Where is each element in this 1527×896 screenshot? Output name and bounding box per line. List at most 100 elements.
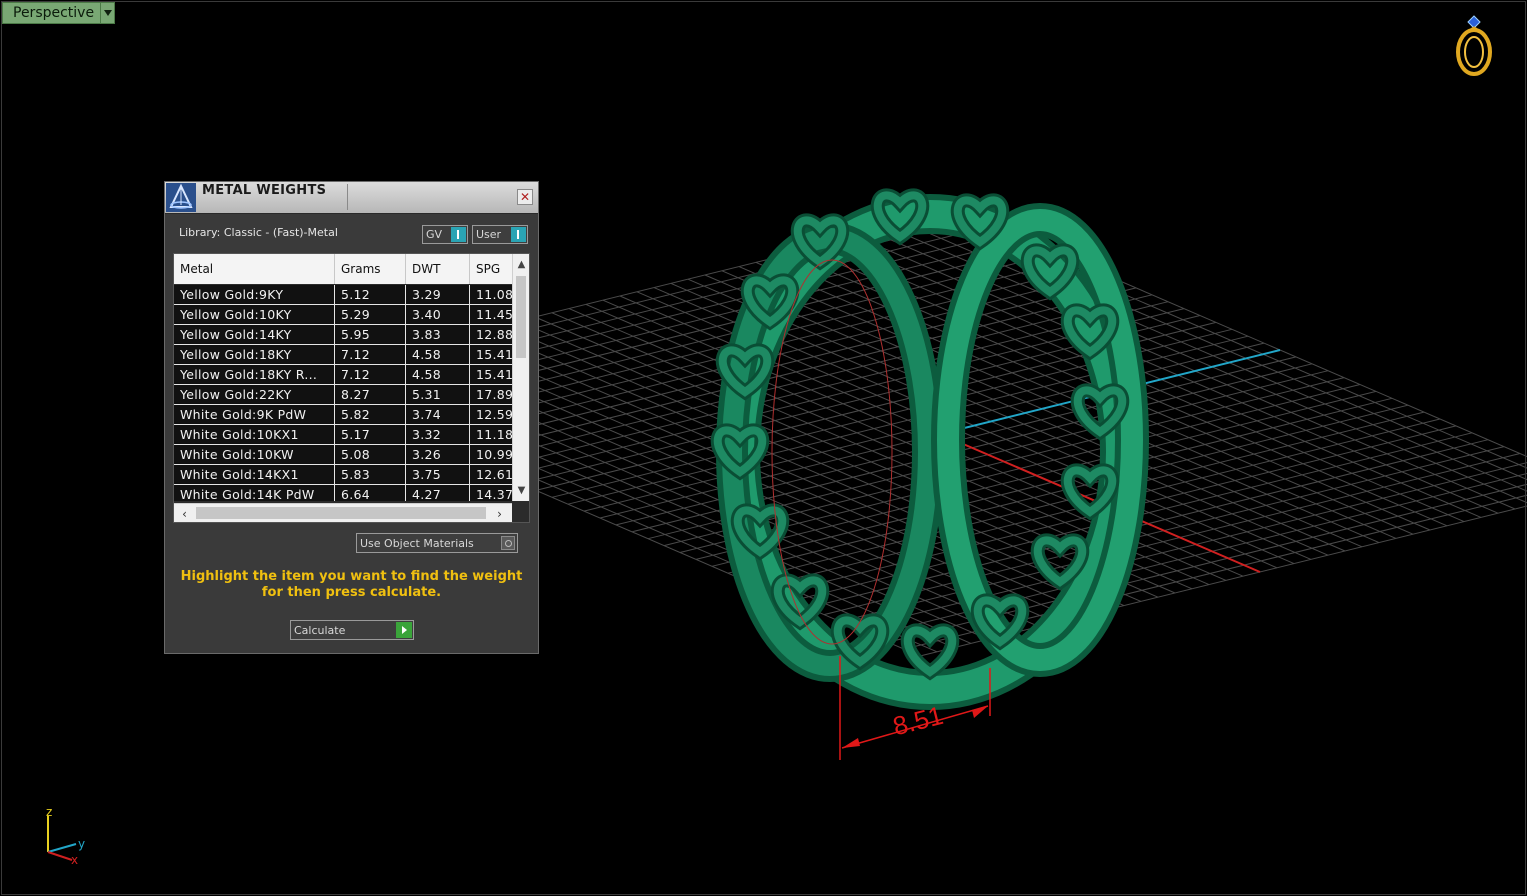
grams-cell: 7.12 [335,365,406,385]
metal-cell: Yellow Gold:22KY [174,385,335,405]
spg-cell: 10.99 [470,445,512,465]
spg-cell: 15.41 [470,345,512,365]
close-button[interactable]: ✕ [517,189,533,205]
grams-cell: 6.64 [335,485,406,501]
user-toggle[interactable]: User [472,225,528,244]
calculate-button[interactable]: Calculate [290,620,414,640]
view-dropdown-arrow-icon[interactable] [101,2,116,24]
dwt-cell: 4.27 [406,485,470,501]
grams-cell: 5.95 [335,325,406,345]
scroll-left-icon[interactable]: ‹ [176,504,193,522]
dialog-title: METAL WEIGHTS [202,183,327,198]
scroll-right-icon[interactable]: › [491,504,508,522]
table-row[interactable]: White Gold:9K PdW 5.82 3.74 12.59 [174,405,512,425]
table-header: Metal Grams DWT SPG [174,254,512,284]
ring-logo-icon [1456,15,1492,76]
radio-icon[interactable] [501,536,515,550]
metal-cell: Yellow Gold:18KY [174,345,335,365]
dialog-title-bar[interactable]: METAL WEIGHTS ✕ [165,182,538,214]
dwt-cell: 3.83 [406,325,470,345]
metal-cell: White Gold:10KW [174,445,335,465]
grams-cell: 5.12 [335,285,406,305]
metal-weights-table[interactable]: Metal Grams DWT SPG Yellow Gold:9KY 5.12 3… [173,253,530,523]
metal-cell: White Gold:9K PdW [174,405,335,425]
grams-cell: 5.82 [335,405,406,425]
metal-weights-dialog[interactable]: METAL WEIGHTS ✕ Library: Classic - (Fast… [164,181,539,654]
column-header-spg[interactable]: SPG [470,254,512,284]
spg-cell: 15.41 [470,365,512,385]
spg-cell: 11.18 [470,425,512,445]
axis-tripod-icon: z y x [46,805,85,867]
use-object-materials-label: Use Object Materials [360,537,474,550]
column-header-dwt[interactable]: DWT [406,254,470,284]
dwt-cell: 4.58 [406,365,470,385]
grams-cell: 7.12 [335,345,406,365]
table-row[interactable]: Yellow Gold:10KY 5.29 3.40 11.45 [174,305,512,325]
user-toggle-knob-icon[interactable] [511,227,526,242]
metal-cell: Yellow Gold:18KY R... [174,365,335,385]
metal-cell: White Gold:14KX1 [174,465,335,485]
metal-cell: White Gold:14K PdW [174,485,335,501]
vertical-scrollbar[interactable]: ▲ ▼ [512,254,529,501]
table-body: Yellow Gold:9KY 5.12 3.29 11.08 Yellow Gold… [174,285,512,501]
dwt-cell: 5.31 [406,385,470,405]
scroll-up-icon[interactable]: ▲ [513,256,529,273]
library-label: Library: Classic - (Fast)-Metal [179,226,338,239]
user-toggle-label: User [476,228,502,241]
play-arrow-icon[interactable] [396,622,412,638]
dwt-cell: 3.32 [406,425,470,445]
spg-cell: 17.89 [470,385,512,405]
spg-cell: 12.59 [470,405,512,425]
close-icon: ✕ [519,190,531,204]
table-row[interactable]: Yellow Gold:18KY 7.12 4.58 15.41 [174,345,512,365]
gv-toggle[interactable]: GV [422,225,468,244]
dwt-cell: 4.58 [406,345,470,365]
title-separator [347,184,348,210]
grams-cell: 8.27 [335,385,406,405]
grams-cell: 5.17 [335,425,406,445]
dwt-cell: 3.40 [406,305,470,325]
table-row[interactable]: White Gold:10KX1 5.17 3.32 11.18 [174,425,512,445]
table-row[interactable]: White Gold:14K PdW 6.64 4.27 14.37 [174,485,512,501]
svg-text:z: z [46,805,52,819]
column-header-metal[interactable]: Metal [174,254,335,284]
grams-cell: 5.29 [335,305,406,325]
use-object-materials-toggle[interactable]: Use Object Materials [356,533,518,553]
heart-ring-model[interactable] [710,188,1149,710]
view-name-label[interactable]: Perspective [2,2,102,24]
instruction-text: Highlight the item you want to find the … [180,569,523,600]
table-row[interactable]: Yellow Gold:22KY 8.27 5.31 17.89 [174,385,512,405]
spg-cell: 11.08 [470,285,512,305]
metal-weights-app-icon [166,183,196,212]
spg-cell: 11.45 [470,305,512,325]
grams-cell: 5.08 [335,445,406,465]
metal-cell: Yellow Gold:10KY [174,305,335,325]
horizontal-scrollbar[interactable]: ‹ › [174,503,512,522]
vertical-scroll-thumb[interactable] [516,276,526,358]
spg-cell: 12.88 [470,325,512,345]
metal-cell: White Gold:10KX1 [174,425,335,445]
table-row[interactable]: White Gold:14KX1 5.83 3.75 12.61 [174,465,512,485]
table-row[interactable]: Yellow Gold:9KY 5.12 3.29 11.08 [174,285,512,305]
column-header-grams[interactable]: Grams [335,254,406,284]
scroll-down-icon[interactable]: ▼ [513,482,529,499]
dwt-cell: 3.75 [406,465,470,485]
grams-cell: 5.83 [335,465,406,485]
svg-text:y: y [78,837,85,851]
dwt-cell: 3.74 [406,405,470,425]
spg-cell: 14.37 [470,485,512,501]
metal-cell: Yellow Gold:14KY [174,325,335,345]
svg-text:x: x [71,853,78,867]
table-row[interactable]: White Gold:10KW 5.08 3.26 10.99 [174,445,512,465]
gv-toggle-label: GV [426,228,443,241]
dwt-cell: 3.29 [406,285,470,305]
dwt-cell: 3.26 [406,445,470,465]
calculate-label: Calculate [294,624,346,637]
table-row[interactable]: Yellow Gold:14KY 5.95 3.83 12.88 [174,325,512,345]
table-row[interactable]: Yellow Gold:18KY R... 7.12 4.58 15.41 [174,365,512,385]
metal-cell: Yellow Gold:9KY [174,285,335,305]
view-name-tab[interactable]: Perspective [2,2,116,24]
spg-cell: 12.61 [470,465,512,485]
horizontal-scroll-thumb[interactable] [196,507,486,519]
gv-toggle-knob-icon[interactable] [451,227,466,242]
